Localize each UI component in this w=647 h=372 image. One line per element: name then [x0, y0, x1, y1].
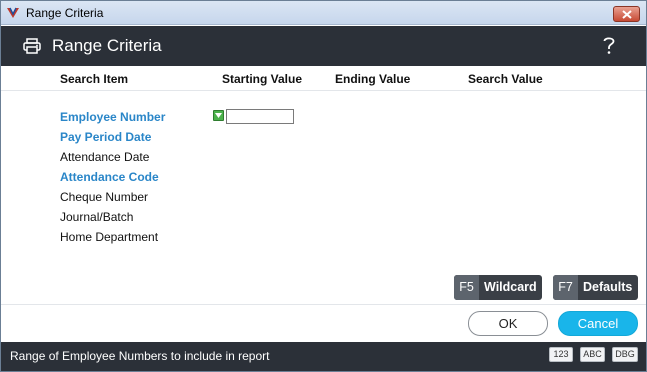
dialog-header: Range Criteria — [1, 26, 646, 66]
column-header-ending-value: Ending Value — [335, 72, 411, 86]
dropdown-chip-icon[interactable] — [213, 110, 224, 121]
app-logo-icon — [6, 6, 20, 20]
close-icon — [622, 10, 632, 19]
search-item-employee-number[interactable]: Employee Number — [60, 110, 165, 124]
defaults-button[interactable]: F7 Defaults — [553, 275, 638, 300]
defaults-key: F7 — [553, 275, 578, 300]
column-divider — [1, 90, 646, 91]
wildcard-button[interactable]: F5 Wildcard — [454, 275, 542, 300]
search-item-attendance-date[interactable]: Attendance Date — [60, 150, 149, 164]
alpha-mode-badge: ABC — [580, 347, 605, 362]
debug-mode-badge: DBG — [612, 347, 638, 362]
status-text: Range of Employee Numbers to include in … — [10, 349, 270, 363]
window-title: Range Criteria — [26, 6, 104, 20]
search-item-home-department[interactable]: Home Department — [60, 230, 158, 244]
search-item-attendance-code[interactable]: Attendance Code — [60, 170, 159, 184]
search-item-cheque-number[interactable]: Cheque Number — [60, 190, 148, 204]
help-icon[interactable] — [602, 35, 616, 58]
numeric-mode-badge: 123 — [549, 347, 573, 362]
defaults-label: Defaults — [583, 280, 633, 294]
search-item-pay-period-date[interactable]: Pay Period Date — [60, 130, 151, 144]
printer-icon — [23, 38, 41, 57]
column-header-starting-value: Starting Value — [222, 72, 303, 86]
title-bar[interactable]: Range Criteria — [1, 1, 646, 25]
wildcard-key: F5 — [454, 275, 479, 300]
column-header-search-item: Search Item — [60, 72, 129, 86]
starting-value-input[interactable] — [226, 109, 294, 124]
status-bar: Range of Employee Numbers to include in … — [1, 342, 646, 371]
cancel-button[interactable]: Cancel — [558, 311, 638, 336]
search-item-journal-batch[interactable]: Journal/Batch — [60, 210, 133, 224]
range-criteria-window: Range Criteria Range Criteria Search Ite… — [0, 0, 647, 372]
page-title: Range Criteria — [52, 36, 162, 55]
close-button[interactable] — [613, 6, 640, 22]
ok-button[interactable]: OK — [468, 311, 548, 336]
wildcard-label: Wildcard — [484, 280, 537, 294]
column-header-search-value: Search Value — [468, 72, 543, 86]
button-divider — [1, 304, 646, 305]
